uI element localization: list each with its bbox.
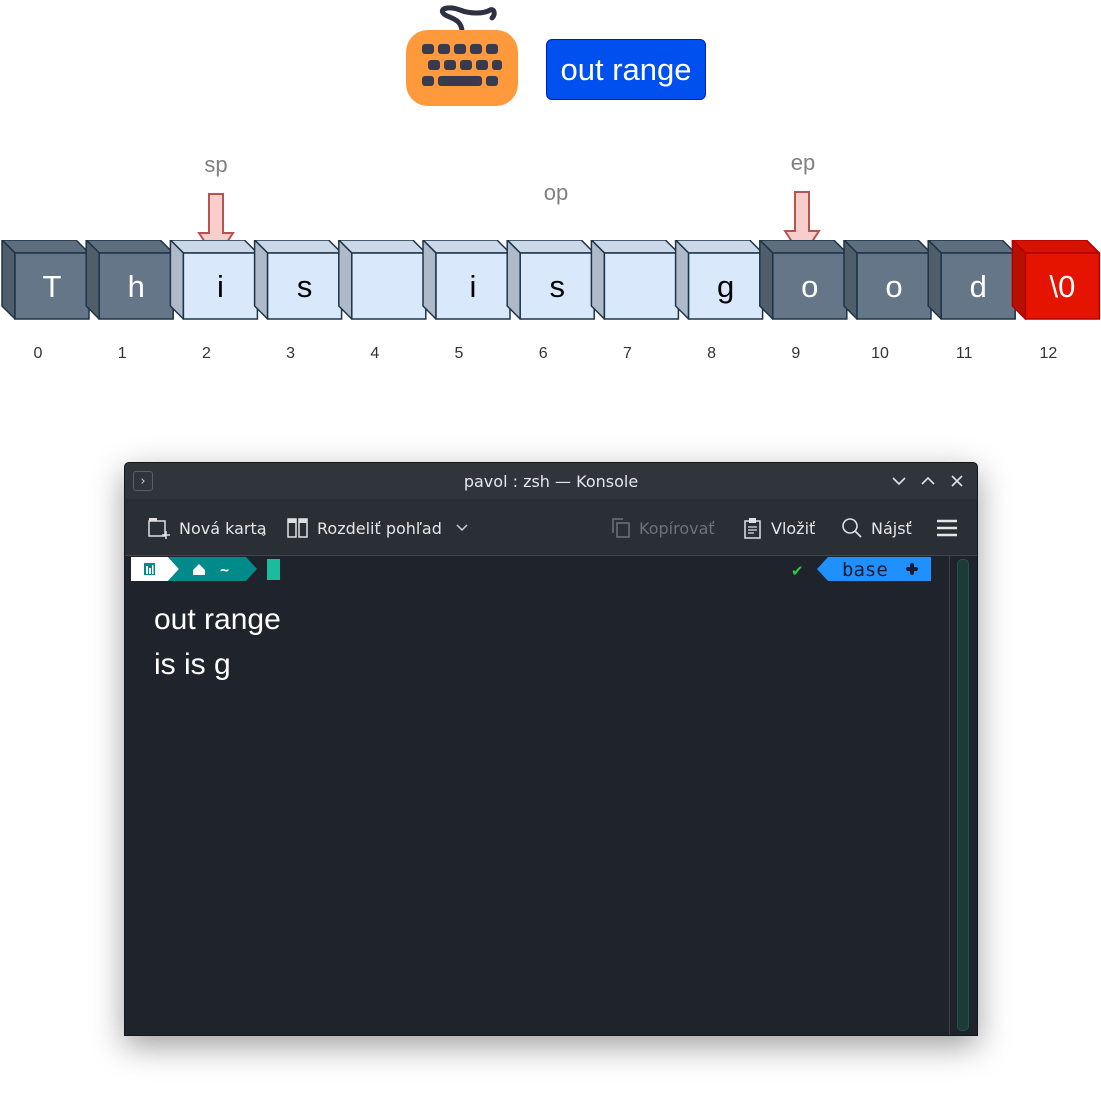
array-cell-char: o [801,269,818,304]
array-index-label: 8 [707,345,717,362]
array-cell-char: g [717,269,734,304]
array-index-label: 2 [201,345,211,362]
array-index-label: 7 [622,345,632,362]
array-cell-char: s [549,269,565,304]
array-cell: s [506,240,595,320]
keyboard-icon [406,5,518,106]
array-cell: o [843,240,932,320]
title-bar[interactable]: › pavol : zsh — Konsole [125,463,977,499]
array-index-label: 1 [117,345,127,362]
prompt-home-dir: ~ [220,561,229,579]
array-cell: d [927,240,1016,320]
split-view-label: Rozdeliť pohľad [317,518,442,538]
terminal-output-line-2: is is g [154,648,231,681]
array-cell-char: i [217,269,224,304]
array-index-label: 11 [955,345,973,362]
terminal-output-line-1: out range [154,603,281,636]
array-cell: \0 [1011,240,1101,320]
array-index-label: 9 [791,345,801,362]
pointer-label-ep: ep [790,150,816,175]
close-icon[interactable] [947,471,967,491]
array-cell-char: i [470,269,477,304]
array-cell-char: s [297,269,313,304]
minimize-icon[interactable] [889,471,909,491]
array-cell-char: \0 [1049,269,1075,304]
chevron-down-icon[interactable] [454,520,470,536]
toolbar: Nová karta ⌄ Rozdeliť pohľad Kopírovať V… [125,499,977,556]
array-index-label: 3 [286,345,296,362]
konsole-window: › pavol : zsh — Konsole Nová karta ⌄ Roz… [124,462,978,1036]
window-title: pavol : zsh — Konsole [463,472,639,491]
out-range-button[interactable]: out range [546,39,706,100]
array-cell: i [422,240,511,320]
copy-label: Kopírovať [639,518,715,538]
split-view-button[interactable]: Rozdeliť pohľad [287,517,470,539]
hamburger-menu-icon[interactable] [935,517,959,539]
array-cell [338,240,427,320]
array-cell: h [85,240,174,320]
array-cell: T [1,240,90,320]
pointer-label-sp: sp [204,152,228,177]
array-cell-char: T [43,269,62,304]
array-index-label: 12 [1039,345,1058,362]
find-button[interactable]: Nájsť [841,517,912,539]
array-cell-char: h [128,269,145,304]
new-tab-button[interactable]: Nová karta ⌄ [147,517,268,539]
prompt-line: ~ ✔ base [131,557,931,581]
copy-button[interactable]: Kopírovať [611,517,715,539]
paste-button[interactable]: Vložiť [743,517,815,539]
paste-icon [744,518,761,539]
scrollbar-thumb[interactable] [957,559,969,1031]
array-index-label: 6 [538,345,548,362]
array-cell [590,240,680,320]
os-logo-icon [144,563,155,575]
new-tab-icon [148,518,170,539]
find-label: Nájsť [871,518,912,538]
search-icon [842,518,862,538]
prompt-env-name: base [842,559,888,581]
paste-label: Vložiť [771,518,816,538]
array-cell: s [253,240,343,320]
array-cell: i [169,240,259,320]
array-cell: o [759,240,848,320]
array-cell: g [674,240,764,320]
new-tab-dropdown-icon[interactable]: ⌄ [259,526,268,539]
char-array: Th i s i s g o o d \0 [1,240,1101,320]
array-index-label: 10 [871,345,889,362]
cursor-block [267,559,280,580]
array-index-label: 5 [454,345,464,362]
scrollbar-track [949,555,950,1035]
array-cell-char: o [885,269,902,304]
array-index-label: 0 [33,345,43,362]
array-index-label: 4 [370,345,380,362]
split-view-icon [287,518,308,538]
new-tab-label: Nová karta [179,518,267,538]
array-cell-char: d [970,269,987,304]
prompt-check-icon: ✔ [791,562,804,580]
copy-icon [612,518,630,538]
pointer-label-op: op [543,180,569,205]
maximize-icon[interactable] [918,471,938,491]
